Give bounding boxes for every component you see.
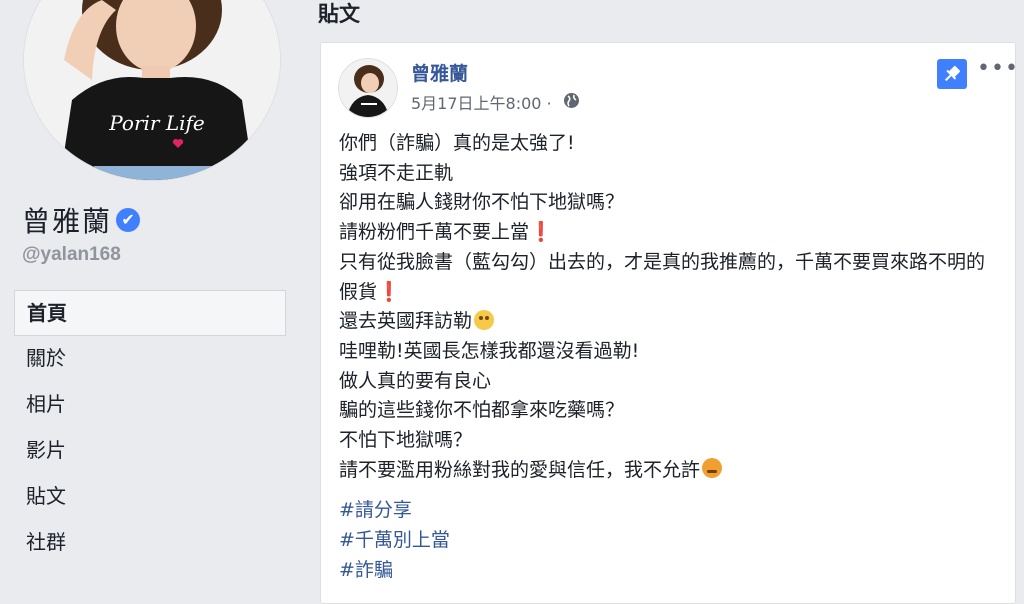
section-title: 貼文 xyxy=(318,2,360,26)
post-line-text: 請粉粉們千萬不要上當 xyxy=(339,221,530,244)
angry-face-emoji-icon xyxy=(702,458,723,479)
post-body: 你們（詐騙）真的是太強了! 強項不走正軌 卻用在騙人錢財你不怕下地獄嗎？ 請粉粉… xyxy=(339,129,1003,585)
post-meta: 5月17日上午8:00 · xyxy=(411,92,580,115)
post-line: 請粉粉們千萬不要上當❗ xyxy=(339,218,1003,248)
post-line: 你們（詐騙）真的是太強了! xyxy=(339,132,575,154)
hashtag-link[interactable]: #請分享 xyxy=(339,495,1003,525)
post-line: 強項不走正軌 xyxy=(339,161,454,184)
globe-icon xyxy=(563,92,580,115)
post-author-avatar[interactable] xyxy=(339,59,397,117)
post-line: 騙的這些錢你不怕都拿來吃藥嗎？ xyxy=(339,399,625,422)
post-line: 哇哩勒!英國長怎樣我都還沒看過勒! xyxy=(339,339,640,362)
profile-photo[interactable]: Porir Life xyxy=(24,0,280,180)
post-line: 請不要濫用粉絲對我的愛與信任，我不允許 xyxy=(339,456,1003,486)
profile-photo-illustration: Porir Life xyxy=(24,0,280,180)
post-line-text: 只有從我臉書（藍勾勾）出去的，才是真的我推薦的，千萬不要買來路不明的假貨 xyxy=(339,250,986,303)
pin-icon[interactable] xyxy=(937,59,967,89)
nav-item-posts[interactable]: 貼文 xyxy=(14,474,286,520)
hashtag-list: #請分享 #千萬別上當 #詐騙 xyxy=(339,495,1003,585)
post-card: 曾雅蘭 5月17日上午8:00 · ••• 你們（詐騙）真的是太強了! 強項不走… xyxy=(320,42,1018,604)
avatar-illustration xyxy=(339,59,397,117)
more-options-icon[interactable]: ••• xyxy=(977,58,1018,83)
nav-item-about[interactable]: 關於 xyxy=(14,336,286,382)
nav-item-community[interactable]: 社群 xyxy=(14,520,286,566)
post-line: 不怕下地獄嗎？ xyxy=(339,429,473,452)
profile-name-text: 曾雅蘭 xyxy=(22,205,113,238)
profile-name: 曾雅蘭 ✔ xyxy=(22,205,141,239)
nav-item-photos[interactable]: 相片 xyxy=(14,382,286,428)
page-navigation: 首頁 關於 相片 影片 貼文 社群 xyxy=(14,290,286,566)
post-line-text: 還去英國拜訪勒 xyxy=(339,310,473,333)
hashtag-link[interactable]: #千萬別上當 xyxy=(339,525,1003,555)
nav-item-videos[interactable]: 影片 xyxy=(14,428,286,474)
profile-handle[interactable]: @yalan168 xyxy=(22,244,121,266)
post-line-text: 請不要濫用粉絲對我的愛與信任，我不允許 xyxy=(339,458,701,481)
exclamation-emoji-icon: ❗ xyxy=(529,221,553,244)
left-column: Porir Life 曾雅蘭 ✔ @yalan168 首頁 關於 相片 影片 貼文… xyxy=(0,0,300,576)
exclamation-emoji-icon: ❗ xyxy=(377,280,401,303)
post-line: 卻用在騙人錢財你不怕下地獄嗎？ xyxy=(339,191,625,214)
nav-item-home[interactable]: 首頁 xyxy=(14,290,286,336)
post-author-name[interactable]: 曾雅蘭 xyxy=(411,61,468,87)
post-line: 只有從我臉書（藍勾勾）出去的，才是真的我推薦的，千萬不要買來路不明的假貨❗ xyxy=(339,248,1003,307)
shirt-print: Porir Life xyxy=(108,111,204,135)
flushed-face-emoji-icon xyxy=(474,309,495,330)
verified-badge-icon: ✔ xyxy=(116,208,141,232)
post-line: 還去英國拜訪勒 xyxy=(339,307,1003,337)
hashtag-link[interactable]: #詐騙 xyxy=(339,555,1003,585)
post-line: 做人真的要有良心 xyxy=(339,369,492,392)
meta-separator: · xyxy=(546,94,552,113)
post-timestamp[interactable]: 5月17日上午8:00 xyxy=(411,94,541,113)
